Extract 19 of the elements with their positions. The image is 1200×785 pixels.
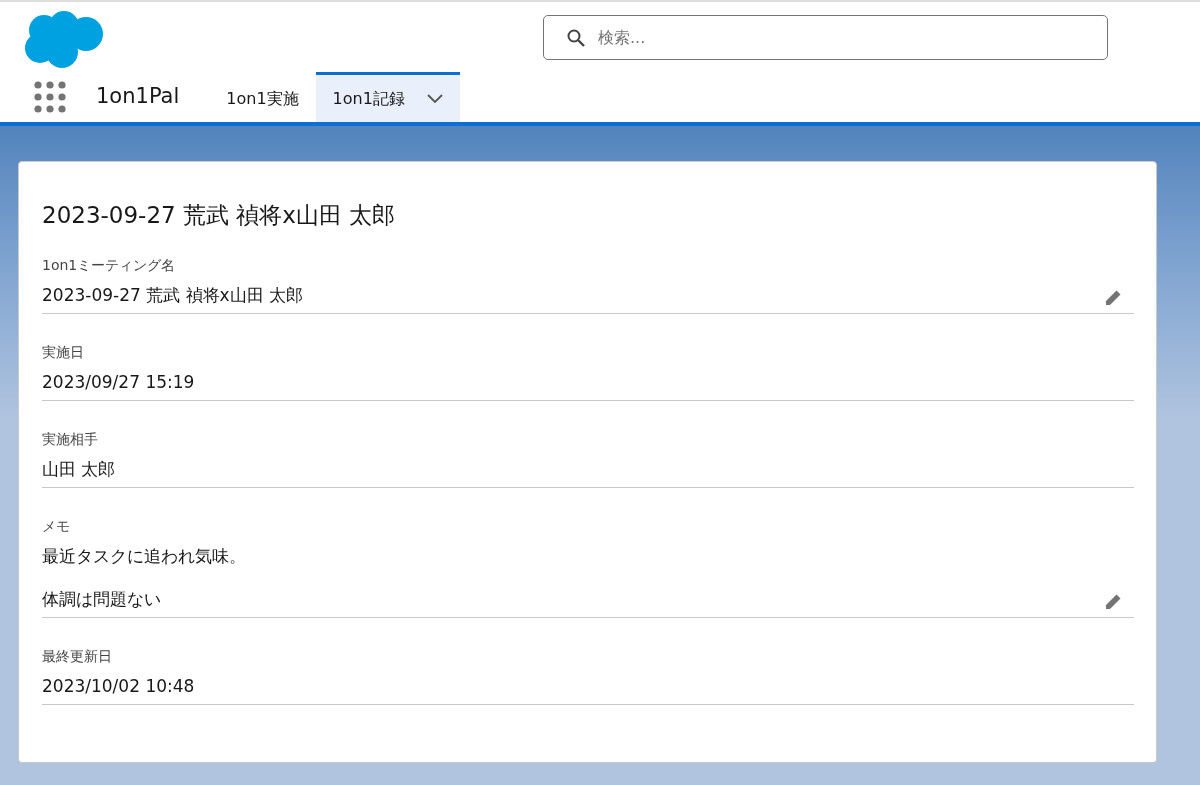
field-label: 実施日	[42, 342, 85, 362]
nav-tab[interactable]: 1on1実施	[209, 72, 316, 122]
field-label: 最終更新日	[42, 646, 113, 666]
app-launcher-icon[interactable]	[34, 81, 66, 113]
field-value: 2023/09/27 15:19	[42, 370, 195, 394]
app-name: 1on1Pal	[96, 83, 180, 111]
field-label: 1on1ミーティング名	[42, 255, 177, 275]
field-label: 実施相手	[42, 429, 99, 449]
field-value: 体調は問題ない	[42, 587, 161, 611]
field-value: 山田 太郎	[42, 457, 116, 481]
record-title: 2023-09-27 荒武 禎将x山田 太郎	[42, 201, 397, 230]
search-field[interactable]: 検索...	[543, 15, 1108, 60]
nav-tab[interactable]: 1on1記録	[315, 72, 460, 122]
pencil-icon[interactable]	[1104, 288, 1122, 307]
pencil-icon[interactable]	[1104, 592, 1122, 611]
field-value: 2023/10/02 10:48	[42, 674, 195, 698]
field-value: 最近タスクに追われ気味。	[42, 544, 246, 568]
field-value: 2023-09-27 荒武 禎将x山田 太郎	[42, 283, 304, 307]
field-label: メモ	[42, 516, 71, 536]
